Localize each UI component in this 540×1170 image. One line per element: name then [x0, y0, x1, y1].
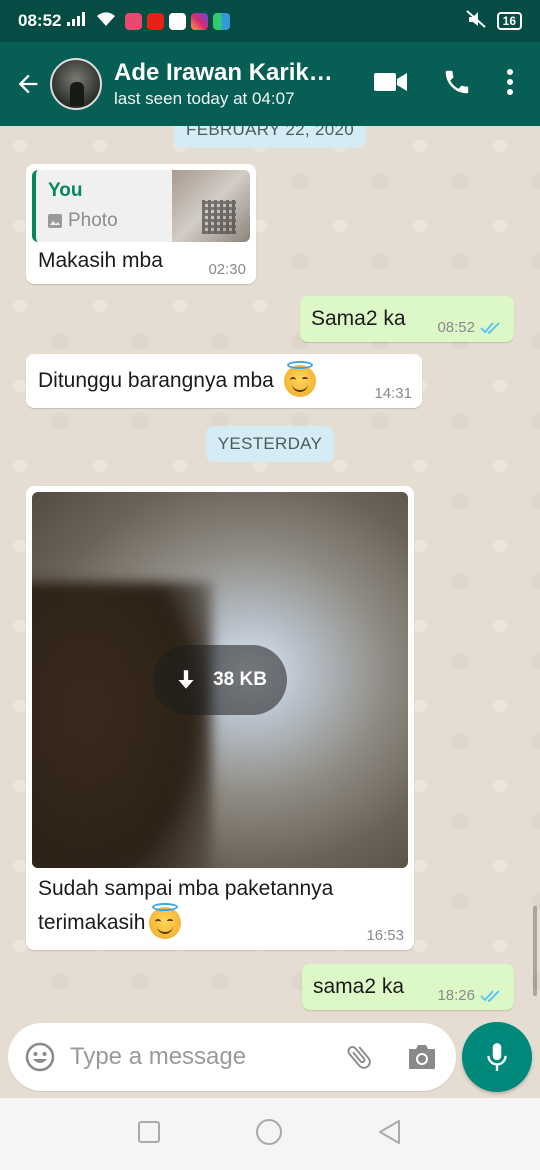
- message-text: terimakasih: [38, 911, 146, 934]
- composer: [0, 1020, 540, 1098]
- signal-icon: [67, 11, 89, 31]
- reply-kind: Photo: [68, 210, 118, 231]
- message-time: 16:53: [366, 927, 404, 944]
- contact-name: Ade Irawan Karik…: [114, 59, 333, 86]
- more-options-button[interactable]: [506, 68, 514, 101]
- voice-call-button[interactable]: [442, 67, 472, 102]
- message-text: Makasih mba: [38, 249, 163, 272]
- emoji-button[interactable]: [24, 1041, 56, 1073]
- camera-button[interactable]: [406, 1043, 438, 1071]
- paperclip-icon: [347, 1046, 371, 1069]
- app-notification-icon: [213, 12, 231, 30]
- scrollbar[interactable]: [533, 906, 537, 996]
- message-time: 14:31: [374, 385, 412, 402]
- message-bubble-outgoing[interactable]: Sama2 ka 08:52: [300, 296, 514, 342]
- avatar[interactable]: [50, 58, 102, 110]
- message-time: 02:30: [208, 261, 246, 278]
- attach-button[interactable]: [344, 1042, 374, 1072]
- message-input-container: [8, 1023, 456, 1091]
- battery-indicator: 16: [496, 12, 522, 30]
- message-bubble-incoming[interactable]: Ditunggu barangnya mba 14:31: [26, 354, 422, 408]
- phone-icon: [445, 70, 469, 93]
- app-notification-icon: [125, 12, 143, 30]
- recent-apps-button[interactable]: [137, 1120, 161, 1149]
- image-attachment[interactable]: 38 KB: [32, 492, 408, 868]
- status-bar: 08:52 16: [0, 0, 540, 42]
- photo-icon: [48, 214, 62, 228]
- app-notification-icon: [169, 12, 187, 30]
- download-icon: [178, 670, 194, 689]
- message-list[interactable]: FEBRUARY 22, 2020 You Photo Makasih mba …: [0, 126, 540, 1020]
- reply-thumbnail: [172, 170, 250, 242]
- microphone-icon: [487, 1043, 507, 1071]
- message-text: Sama2 ka: [311, 307, 406, 330]
- reply-author: You: [48, 180, 83, 201]
- chat-header: Ade Irawan Karik… last seen today at 04:…: [0, 42, 540, 126]
- square-icon: [138, 1120, 160, 1143]
- last-seen: last seen today at 04:07: [114, 89, 295, 108]
- smiling-face-with-halo-icon: [283, 361, 316, 398]
- arrow-left-icon: [18, 74, 38, 94]
- emoji-icon: [25, 1042, 55, 1072]
- mute-icon: [465, 9, 487, 34]
- wifi-icon: [95, 11, 117, 32]
- triangle-back-icon: [379, 1119, 400, 1144]
- quoted-reply[interactable]: You Photo: [32, 170, 250, 242]
- home-button[interactable]: [255, 1118, 283, 1151]
- status-time: 08:52: [18, 11, 62, 30]
- camera-icon: [409, 1045, 435, 1069]
- message-text: sama2 ka: [313, 975, 405, 998]
- double-check-icon: [480, 989, 500, 1002]
- message-bubble-incoming[interactable]: You Photo Makasih mba 02:30: [26, 164, 256, 284]
- notification-icons: [125, 12, 231, 30]
- back-button[interactable]: [6, 70, 50, 98]
- message-time: 08:52: [437, 319, 475, 336]
- more-vertical-icon: [507, 68, 513, 95]
- contact-info[interactable]: Ade Irawan Karik… last seen today at 04:…: [114, 59, 344, 109]
- youtube-icon: [147, 12, 165, 30]
- circle-icon: [256, 1118, 282, 1145]
- download-size: 38 KB: [213, 669, 267, 690]
- download-button[interactable]: 38 KB: [153, 645, 287, 715]
- system-nav-bar: [0, 1098, 540, 1170]
- date-separator: FEBRUARY 22, 2020: [174, 126, 366, 148]
- video-call-button[interactable]: [374, 70, 408, 99]
- smiling-face-with-halo-icon: [149, 903, 182, 940]
- back-nav-button[interactable]: [377, 1119, 403, 1150]
- voice-message-button[interactable]: [462, 1022, 532, 1092]
- message-bubble-outgoing[interactable]: sama2 ka 18:26: [302, 964, 514, 1010]
- message-text: Sudah sampai mba paketannya: [38, 877, 334, 900]
- instagram-icon: [191, 12, 209, 30]
- message-text: Ditunggu barangnya mba: [38, 369, 274, 392]
- message-input[interactable]: [70, 1043, 320, 1071]
- message-time: 18:26: [437, 987, 475, 1004]
- double-check-icon: [480, 321, 500, 334]
- video-camera-icon: [374, 72, 407, 91]
- date-separator: YESTERDAY: [205, 426, 335, 462]
- message-bubble-incoming[interactable]: 38 KB Sudah sampai mba paketannya terima…: [26, 486, 414, 950]
